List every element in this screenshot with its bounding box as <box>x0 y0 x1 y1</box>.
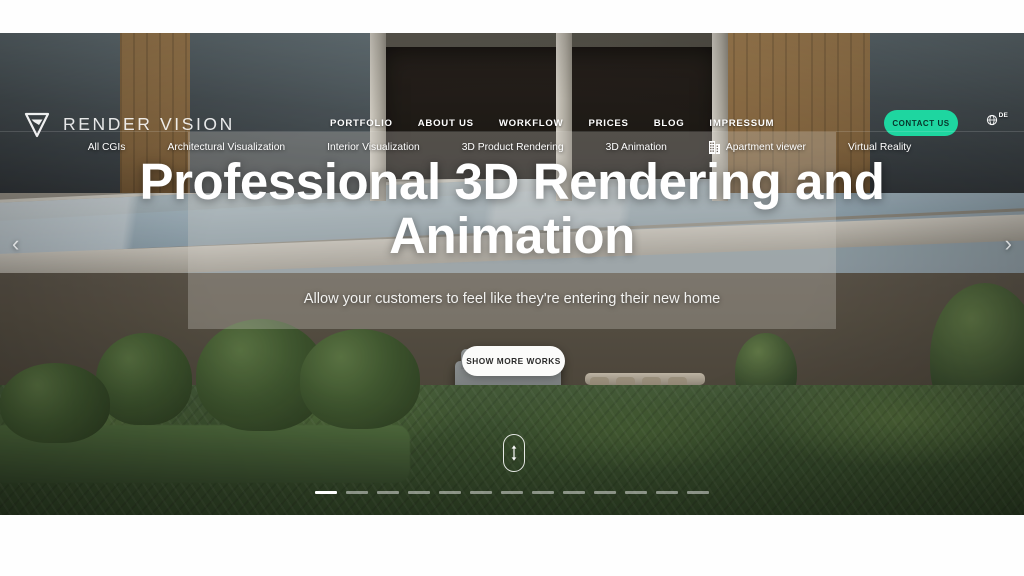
hero-headline-line-1: Professional 3D Rendering and <box>139 153 885 210</box>
slider-pagination[interactable] <box>0 491 1024 494</box>
category-3d-animation[interactable]: 3D Animation <box>585 142 688 153</box>
category-label: Apartment viewer <box>725 142 806 153</box>
slider-prev-arrow[interactable]: ‹ <box>12 233 19 255</box>
slider-next-arrow[interactable]: › <box>1005 233 1012 255</box>
nav-item-impressum[interactable]: IMPRESSUM <box>709 118 774 129</box>
category-interior-visualization[interactable]: Interior Visualization <box>306 142 441 153</box>
slider-dot[interactable] <box>439 491 461 494</box>
category-label: Virtual Reality <box>847 142 912 153</box>
slider-dot[interactable] <box>346 491 368 494</box>
slider-dot[interactable] <box>594 491 616 494</box>
category-all-cgis[interactable]: All CGIs <box>88 142 147 153</box>
language-code: DE <box>998 112 1008 119</box>
slider-dot[interactable] <box>501 491 523 494</box>
letterbox-top <box>0 0 1024 33</box>
show-more-works-button[interactable]: SHOW MORE WORKS <box>462 346 565 376</box>
category-label: All CGIs <box>87 142 126 153</box>
category-virtual-reality[interactable]: Virtual Reality <box>827 142 932 153</box>
nav-item-about-us[interactable]: ABOUT US <box>418 118 474 129</box>
category-label: Architectural Visualization <box>167 142 286 153</box>
slider-dot[interactable] <box>687 491 709 494</box>
slider-dot[interactable] <box>470 491 492 494</box>
slider-dot[interactable] <box>625 491 647 494</box>
slider-dot[interactable] <box>656 491 678 494</box>
hero-headline: Professional 3D Rendering and Animation <box>62 153 962 265</box>
nav-item-workflow[interactable]: WORKFLOW <box>499 118 564 129</box>
category-label: 3D Animation <box>605 142 667 153</box>
nav-item-portfolio[interactable]: PORTFOLIO <box>330 118 393 129</box>
category-3d-product-rendering[interactable]: 3D Product Rendering <box>441 142 585 153</box>
hero-subheadline: Allow your customers to feel like they'r… <box>303 291 721 307</box>
site-header <box>0 33 1024 103</box>
slider-dot[interactable] <box>408 491 430 494</box>
hero-headline-line-2: Animation <box>389 207 635 265</box>
hero-slider[interactable]: RENDER VISION PORTFOLIO ABOUT US WORKFLO… <box>0 33 1024 515</box>
main-nav[interactable]: PORTFOLIO ABOUT US WORKFLOW PRICES BLOG … <box>330 118 774 129</box>
page-root: RENDER VISION PORTFOLIO ABOUT US WORKFLO… <box>0 0 1024 576</box>
letterbox-bottom <box>0 515 1024 576</box>
category-label: Interior Visualization <box>327 142 420 153</box>
globe-icon <box>986 113 998 131</box>
nav-item-blog[interactable]: BLOG <box>654 118 685 129</box>
language-switcher[interactable]: DE <box>986 112 1008 131</box>
slider-dot[interactable] <box>532 491 554 494</box>
category-architectural-visualization[interactable]: Architectural Visualization <box>146 142 306 153</box>
nav-item-prices[interactable]: PRICES <box>588 118 628 129</box>
slider-dot[interactable] <box>315 491 337 494</box>
category-label: 3D Product Rendering <box>461 142 564 153</box>
slider-dot[interactable] <box>377 491 399 494</box>
slider-dot[interactable] <box>563 491 585 494</box>
scroll-mouse-icon[interactable] <box>503 434 525 472</box>
